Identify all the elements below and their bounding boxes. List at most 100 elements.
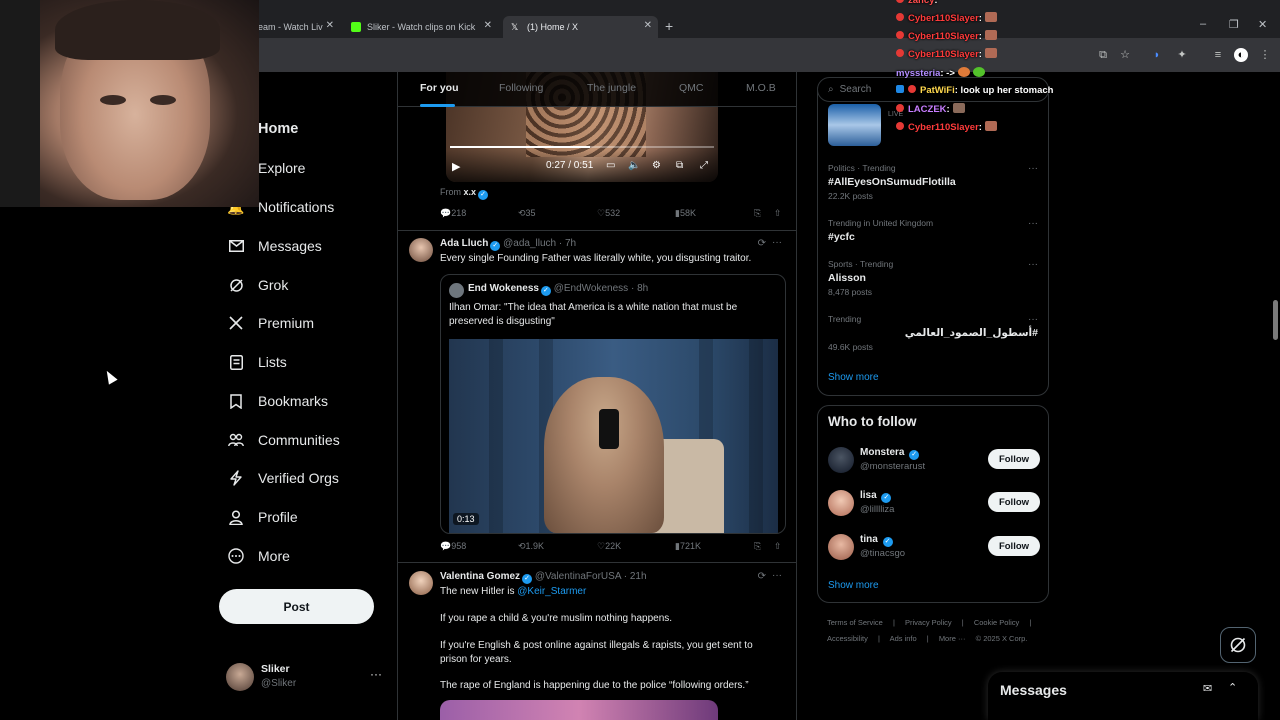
install-icon[interactable]: ⧉	[1096, 48, 1110, 62]
nav-profile[interactable]: Profile	[228, 504, 298, 530]
tab-for-you[interactable]: For you	[420, 82, 459, 94]
more-icon[interactable]: ···	[772, 570, 782, 581]
avatar[interactable]	[409, 571, 433, 595]
more-icon[interactable]: ···	[1028, 163, 1038, 174]
play-icon[interactable]: ▶	[452, 160, 460, 173]
chevron-up-icon[interactable]: ⌃	[1228, 681, 1237, 694]
browser-tab-1[interactable]: eam - Watch Liv ✕	[250, 16, 340, 38]
author-handle[interactable]: @ada_lluch	[503, 238, 556, 249]
like-button[interactable]: ♡ 532	[597, 208, 620, 219]
active-tab-indicator	[420, 104, 455, 107]
more-icon[interactable]: ···	[772, 237, 782, 248]
close-icon[interactable]: ✕	[484, 20, 492, 31]
more-icon[interactable]: ···	[1028, 314, 1038, 325]
video-progress-bar[interactable]	[450, 146, 714, 148]
tweet-media[interactable]	[440, 700, 718, 720]
puzzle-icon[interactable]: ✦	[1175, 48, 1189, 62]
more-link[interactable]: More ···	[939, 634, 966, 643]
pip-icon[interactable]: ⧉	[676, 160, 683, 171]
trend-item[interactable]: Trending in United Kingdom #ycfc ···	[828, 218, 1038, 243]
nav-more[interactable]: More	[228, 543, 290, 569]
scrollbar-thumb[interactable]	[1273, 300, 1278, 340]
avatar[interactable]	[409, 238, 433, 262]
share-icon[interactable]: ⇧	[774, 541, 782, 552]
live-event-thumbnail[interactable]	[828, 104, 881, 146]
grok-button[interactable]	[1220, 627, 1256, 663]
mention-link[interactable]: @Keir_Starmer	[517, 586, 586, 597]
nav-verified-orgs[interactable]: Verified Orgs	[228, 465, 339, 491]
follow-button[interactable]: Follow	[988, 492, 1040, 512]
maximize-button[interactable]: ❐	[1229, 18, 1239, 31]
tab-mob[interactable]: M.O.B	[746, 82, 776, 94]
accessibility-link[interactable]: Accessibility	[827, 634, 868, 643]
nav-grok[interactable]: Grok	[228, 272, 288, 298]
nav-bookmarks[interactable]: Bookmarks	[228, 388, 328, 414]
trend-item[interactable]: Trending #أسطول_الصمود_العالمي 49.6K pos…	[828, 314, 1038, 352]
new-tab-button[interactable]: +	[665, 18, 673, 34]
compose-message-icon[interactable]: ✉	[1203, 682, 1212, 695]
star-icon[interactable]: ☆	[1118, 48, 1132, 62]
close-icon[interactable]: ✕	[326, 20, 334, 31]
scrollbar[interactable]	[1271, 72, 1280, 720]
more-icon[interactable]: ···	[370, 667, 382, 681]
timeline[interactable]: For you Following The jungle QMC M.O.B ▶…	[397, 72, 797, 720]
extension-icon[interactable]: ◗	[1150, 48, 1164, 62]
follow-button[interactable]: Follow	[988, 536, 1040, 556]
ads-info-link[interactable]: Ads info	[890, 634, 917, 643]
nav-premium[interactable]: Premium	[228, 310, 314, 336]
bookmark-icon[interactable]: ⎘	[754, 208, 761, 219]
repost-button[interactable]: ⟲ 1.9K	[518, 541, 544, 552]
trend-item[interactable]: Politics · Trending #AllEyesOnSumudFloti…	[828, 163, 1038, 201]
share-icon[interactable]: ⇧	[774, 208, 782, 219]
quoted-tweet[interactable]: End Wokeness ✓ @EndWokeness · 8h Ilhan Om…	[440, 274, 786, 534]
nav-lists[interactable]: Lists	[228, 349, 287, 375]
trend-category: Politics · Trending	[828, 163, 896, 173]
more-icon[interactable]: ···	[1028, 218, 1038, 229]
views-button[interactable]: ▮ 58K	[675, 208, 696, 219]
messages-drawer[interactable]: Messages ✉ ⌃	[988, 672, 1258, 720]
post-button[interactable]: Post	[219, 589, 374, 624]
fullscreen-icon[interactable]: ⤢	[700, 160, 708, 171]
grok-icon[interactable]: ⟳	[758, 571, 766, 582]
close-icon[interactable]: ✕	[644, 20, 652, 31]
terms-link[interactable]: Terms of Service	[827, 618, 883, 627]
tab-following[interactable]: Following	[499, 82, 543, 94]
close-window-button[interactable]: ✕	[1258, 18, 1267, 31]
trend-item[interactable]: Sports · Trending Alisson 8,478 posts ··…	[828, 259, 1038, 297]
reply-button[interactable]: 💬 958	[440, 541, 466, 552]
captions-icon[interactable]: ▭	[606, 160, 615, 171]
profile-icon[interactable]: ◐	[1234, 48, 1248, 62]
browser-tab-3[interactable]: 𝕏 (1) Home / X ✕	[503, 16, 658, 38]
reply-button[interactable]: 💬 218	[440, 208, 466, 219]
volume-icon[interactable]: 🔈	[628, 160, 640, 171]
menu-icon[interactable]: ⋮	[1258, 48, 1272, 62]
author-name[interactable]: Ada Lluch	[440, 238, 488, 249]
cookie-link[interactable]: Cookie Policy	[974, 618, 1019, 627]
more-icon[interactable]: ···	[1028, 259, 1038, 270]
media-icon[interactable]: ≡	[1211, 48, 1225, 62]
privacy-link[interactable]: Privacy Policy	[905, 618, 952, 627]
author-handle[interactable]: @ValentinaForUSA	[535, 571, 621, 582]
browser-tab-2[interactable]: Sliker - Watch clips on Kick ✕	[343, 16, 498, 38]
tab-qmc[interactable]: QMC	[679, 82, 704, 94]
follow-suggestion[interactable]: lisa ✓ @lilllliza Follow	[828, 490, 1040, 520]
views-button[interactable]: ▮ 721K	[675, 541, 701, 552]
follow-button[interactable]: Follow	[988, 449, 1040, 469]
follow-suggestion[interactable]: Monstera ✓ @monsterarust Follow	[828, 447, 1040, 477]
grok-icon[interactable]: ⟳	[758, 238, 766, 249]
like-button[interactable]: ♡ 22K	[597, 541, 621, 552]
bookmark-icon[interactable]: ⎘	[754, 541, 761, 552]
settings-icon[interactable]: ⚙	[652, 160, 661, 171]
from-name[interactable]: x.x	[464, 187, 477, 197]
show-more-link[interactable]: Show more	[828, 372, 879, 383]
follow-suggestion[interactable]: tina ✓ @tinacsgo Follow	[828, 534, 1040, 564]
account-switcher[interactable]: Sliker @Sliker ···	[226, 661, 386, 695]
tab-the-jungle[interactable]: The jungle	[587, 82, 636, 94]
show-more-link[interactable]: Show more	[828, 580, 879, 591]
video-player[interactable]: 0:13	[449, 339, 778, 533]
author-name[interactable]: Valentina Gomez	[440, 571, 520, 582]
nav-communities[interactable]: Communities	[228, 427, 340, 453]
nav-messages[interactable]: Messages	[228, 233, 322, 259]
minimize-button[interactable]: –	[1200, 18, 1206, 30]
repost-button[interactable]: ⟲ 35	[518, 208, 536, 219]
